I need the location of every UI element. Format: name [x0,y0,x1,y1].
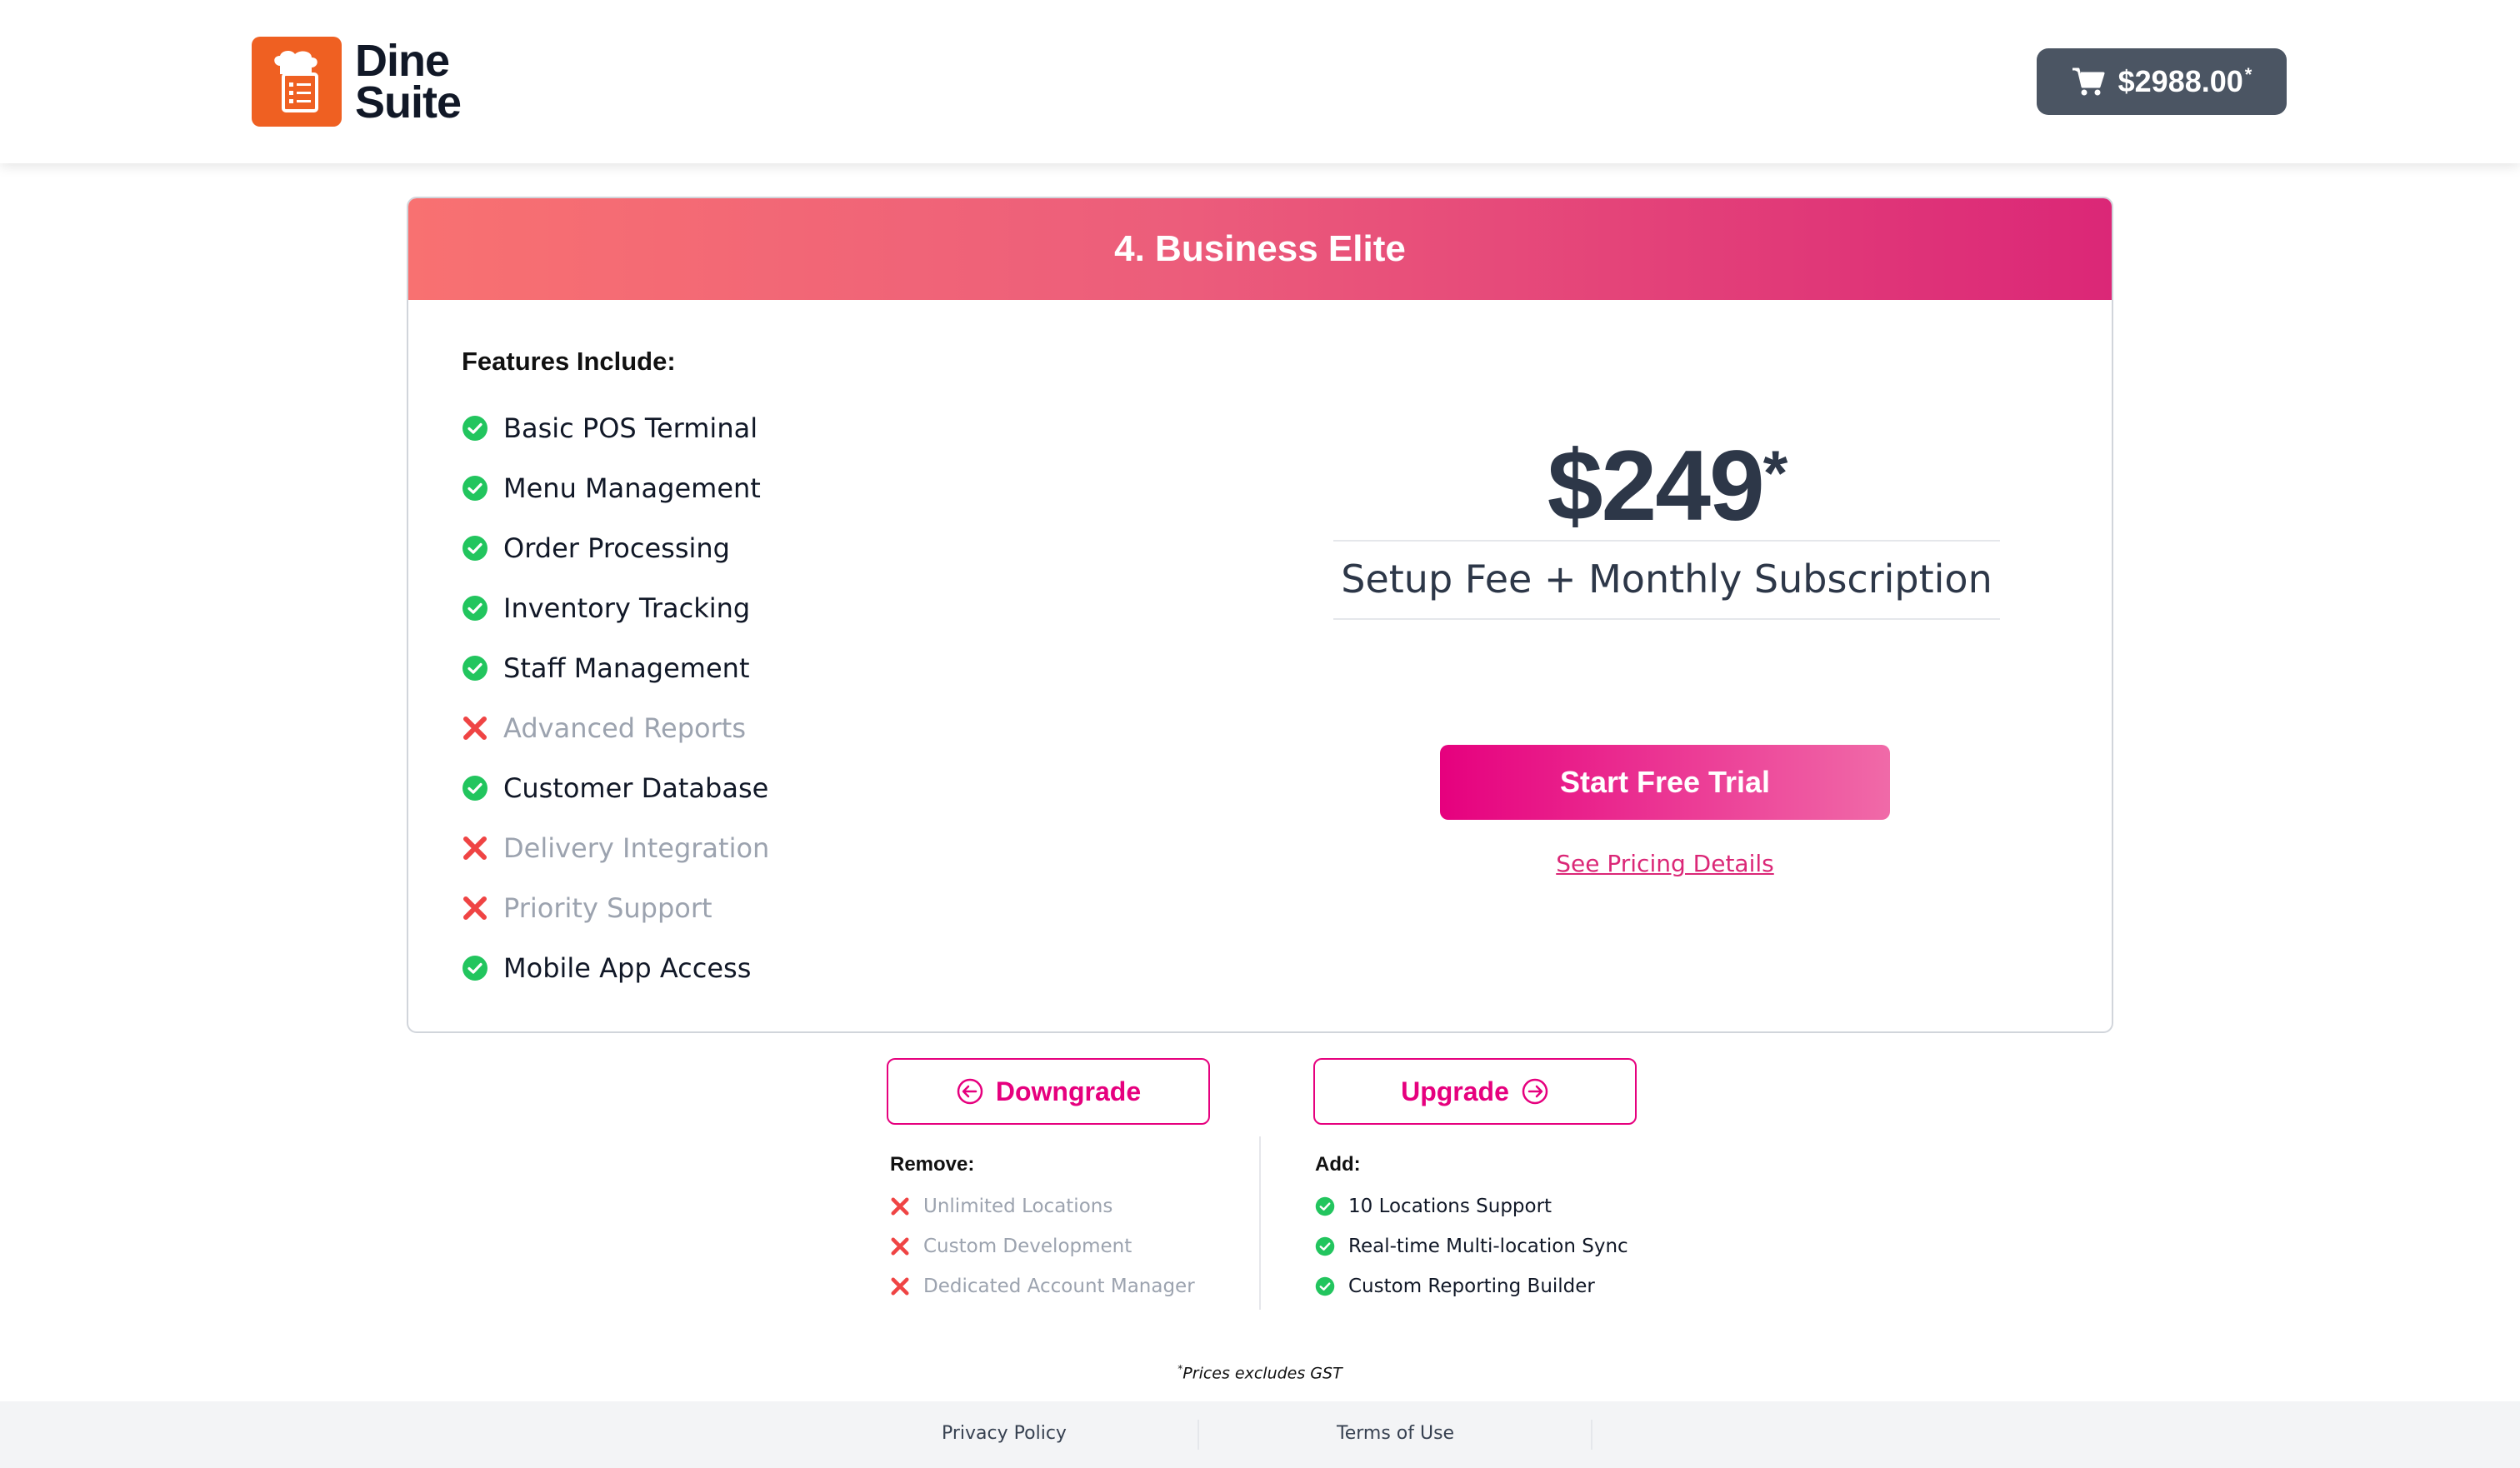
check-circle-icon [1315,1196,1335,1216]
feature-item: Delivery Integration [462,818,769,878]
remove-list: Unlimited Locations Custom Development Ded… [890,1186,1195,1306]
brand-name: Dine Suite [355,36,462,127]
feature-label: Staff Management [503,652,750,684]
add-section: Add: 10 Locations Support Real-time Multi… [1315,1153,1628,1306]
remove-title: Remove: [890,1153,975,1176]
cart-icon [2072,67,2105,96]
remove-item-label: Dedicated Account Manager [923,1276,1195,1297]
cart-button[interactable]: $2988.00* [2037,48,2287,115]
check-circle-icon [1315,1236,1335,1256]
add-list: 10 Locations Support Real-time Multi-loca… [1315,1186,1628,1306]
feature-label: Inventory Tracking [503,592,751,624]
check-circle-icon [462,416,488,441]
check-circle-icon [462,536,488,561]
changes-divider [1259,1136,1261,1310]
feature-item: Basic POS Terminal [462,398,769,458]
plan-price: $249* [1547,430,1788,542]
feature-item: Staff Management [462,638,769,698]
feature-label: Order Processing [503,532,730,564]
chef-clipboard-icon [252,37,342,127]
check-circle-icon [462,956,488,981]
add-item: 10 Locations Support [1315,1186,1628,1226]
add-item: Custom Reporting Builder [1315,1266,1628,1306]
arrow-right-circle-icon [1522,1078,1548,1105]
x-icon [891,1277,909,1296]
feature-item: Menu Management [462,458,769,518]
upgrade-label: Upgrade [1401,1076,1509,1106]
remove-item: Custom Development [890,1226,1195,1266]
gst-footnote: *Prices excludes GST [0,1363,2520,1382]
remove-item-label: Unlimited Locations [923,1196,1113,1217]
check-circle-icon [462,776,488,801]
remove-section: Remove: Unlimited Locations Custom Develo… [890,1153,1195,1306]
brand-name-line1: Dine [355,36,450,86]
downgrade-label: Downgrade [995,1076,1142,1106]
feature-label: Delivery Integration [503,832,770,864]
footer-divider [1198,1420,1199,1450]
remove-item: Dedicated Account Manager [890,1266,1195,1306]
cart-total: $2988.00* [2118,64,2252,98]
feature-item: Customer Database [462,758,769,818]
feature-label: Customer Database [503,772,769,804]
brand-logo[interactable]: Dine Suite [252,36,462,127]
upgrade-button[interactable]: Upgrade [1313,1058,1637,1125]
x-icon [891,1197,909,1216]
feature-label: Menu Management [503,472,761,504]
footnote-text: Prices excludes GST [1182,1364,1342,1383]
feature-item: Advanced Reports [462,698,769,758]
x-icon [463,717,487,740]
check-circle-icon [462,656,488,681]
feature-item: Order Processing [462,518,769,578]
feature-label: Mobile App Access [503,952,752,984]
features-heading: Features Include: [462,347,676,376]
brand-name-line2: Suite [355,77,462,127]
price-subtitle: Setup Fee + Monthly Subscription [1341,557,1992,602]
check-circle-icon [1315,1276,1335,1296]
add-item-label: 10 Locations Support [1348,1196,1552,1217]
plan-card: 4. Business Elite Features Include: Basi… [407,197,2113,1033]
feature-list: Basic POS Terminal Menu Management Order P… [462,398,769,998]
price-divider-bottom [1333,618,2000,620]
terms-of-use-link[interactable]: Terms of Use [1337,1423,1454,1444]
remove-item: Unlimited Locations [890,1186,1195,1226]
feature-label: Advanced Reports [503,712,746,744]
add-title: Add: [1315,1153,1361,1176]
plan-title: 4. Business Elite [408,198,2112,300]
feature-label: Basic POS Terminal [503,412,758,444]
check-circle-icon [462,596,488,621]
downgrade-button[interactable]: Downgrade [887,1058,1210,1125]
feature-item: Mobile App Access [462,938,769,998]
site-header: Dine Suite $2988.00* [0,0,2520,163]
see-pricing-details-link[interactable]: See Pricing Details [1440,850,1890,877]
add-item: Real-time Multi-location Sync [1315,1226,1628,1266]
start-free-trial-button[interactable]: Start Free Trial [1440,745,1890,820]
feature-label: Priority Support [503,892,712,924]
x-icon [891,1237,909,1256]
check-circle-icon [462,476,488,501]
add-item-label: Custom Reporting Builder [1348,1276,1595,1297]
cart-asterisk: * [2244,64,2252,85]
price-block: $249* Setup Fee + Monthly Subscription [1333,432,2000,620]
remove-item-label: Custom Development [923,1236,1132,1257]
arrow-left-circle-icon [957,1078,983,1105]
price-asterisk: * [1762,438,1788,509]
x-icon [463,896,487,920]
feature-item: Priority Support [462,878,769,938]
privacy-policy-link[interactable]: Privacy Policy [942,1423,1067,1444]
add-item-label: Real-time Multi-location Sync [1348,1236,1628,1257]
feature-item: Inventory Tracking [462,578,769,638]
x-icon [463,836,487,860]
footer-divider [1591,1420,1592,1450]
site-footer: Privacy Policy Terms of Use [0,1401,2520,1468]
